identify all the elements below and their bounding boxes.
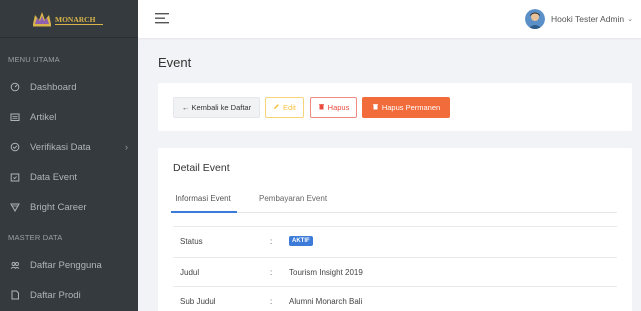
edit-button[interactable]: Edit xyxy=(265,97,304,118)
trash-icon xyxy=(372,103,379,112)
sidebar-item-data-event[interactable]: Data Event xyxy=(0,162,138,192)
avatar xyxy=(525,9,546,29)
sidebar-item-label: Daftar Prodi xyxy=(30,289,81,301)
page-title: Event xyxy=(158,55,192,70)
sidebar-item-daftar-prodi[interactable]: Daftar Prodi xyxy=(0,280,138,310)
calendar-icon xyxy=(10,172,20,182)
delete-button[interactable]: Hapus xyxy=(310,97,357,118)
row-separator: : xyxy=(270,237,273,246)
row-label: Judul xyxy=(180,268,200,277)
tab-informasi-event[interactable]: Informasi Event xyxy=(173,194,233,203)
sidebar-section-menu-utama: MENU UTAMA xyxy=(8,55,60,64)
topbar: Hooki Tester Admin ⌄ xyxy=(138,0,641,38)
career-icon xyxy=(10,202,20,212)
back-button-label: ← Kembali ke Daftar xyxy=(181,103,252,112)
row-separator: : xyxy=(270,268,273,277)
chevron-right-icon: › xyxy=(125,142,128,152)
sidebar-item-label: Dashboard xyxy=(30,81,77,93)
table-row: Judul : Tourism Insight 2019 xyxy=(173,257,617,286)
row-value: Alumni Monarch Bali xyxy=(289,297,363,306)
chevron-down-icon: ⌄ xyxy=(627,16,633,23)
active-tab-indicator xyxy=(171,211,237,213)
status-badge: AKTIF xyxy=(289,236,313,246)
trash-icon xyxy=(318,103,325,112)
article-icon xyxy=(10,112,20,122)
document-icon xyxy=(10,290,20,300)
crown-logo-icon: MONARCH xyxy=(33,11,103,26)
dashboard-icon xyxy=(10,82,20,92)
sidebar-item-dashboard[interactable]: Dashboard xyxy=(0,72,138,102)
sidebar-item-bright-career[interactable]: Bright Career xyxy=(0,192,138,222)
sidebar-item-label: Data Event xyxy=(30,171,77,183)
detail-title: Detail Event xyxy=(173,162,230,174)
sidebar-item-daftar-pengguna[interactable]: Daftar Pengguna xyxy=(0,250,138,280)
permanent-delete-button-label: Hapus Permanen xyxy=(381,103,441,112)
sidebar-item-artikel[interactable]: Artikel xyxy=(0,102,138,132)
tab-pembayaran-event[interactable]: Pembayaran Event xyxy=(259,194,327,203)
pencil-icon xyxy=(273,103,280,112)
tabs-divider xyxy=(173,212,617,213)
row-value: Tourism Insight 2019 xyxy=(289,268,363,277)
table-row: Sub Judul : Alumni Monarch Bali xyxy=(173,286,617,311)
delete-button-label: Hapus xyxy=(327,103,350,112)
edit-button-label: Edit xyxy=(283,103,296,112)
user-menu[interactable]: Hooki Tester Admin ⌄ xyxy=(525,9,633,29)
detail-card: Detail Event Informasi Event Pembayaran … xyxy=(158,148,632,311)
table-row: Status : AKTIF xyxy=(173,226,617,255)
row-label: Sub Judul xyxy=(180,297,216,306)
sidebar-item-label: Artikel xyxy=(30,111,57,123)
user-name: Hooki Tester Admin xyxy=(551,14,625,24)
sidebar-item-label: Bright Career xyxy=(30,201,87,213)
sidebar-item-label: Verifikasi Data xyxy=(30,141,91,153)
row-separator: : xyxy=(270,297,273,306)
sidebar-item-label: Daftar Pengguna xyxy=(30,259,102,271)
brand-logo[interactable]: MONARCH xyxy=(0,0,138,38)
hamburger-menu-icon[interactable] xyxy=(155,12,169,25)
permanent-delete-button[interactable]: Hapus Permanen xyxy=(362,97,450,118)
sidebar-section-master-data: MASTER DATA xyxy=(8,233,63,242)
actions-card: ← Kembali ke Daftar Edit Hapus Hapus Per… xyxy=(158,83,632,131)
sidebar: MONARCH MENU UTAMA Dashboard Artikel Ver… xyxy=(0,0,138,311)
brand-name: MONARCH xyxy=(55,15,96,24)
verify-icon xyxy=(10,142,20,152)
sidebar-item-verifikasi-data[interactable]: Verifikasi Data › xyxy=(0,132,138,162)
users-icon xyxy=(10,260,20,270)
back-to-list-button[interactable]: ← Kembali ke Daftar xyxy=(173,97,260,118)
row-label: Status xyxy=(180,237,203,246)
